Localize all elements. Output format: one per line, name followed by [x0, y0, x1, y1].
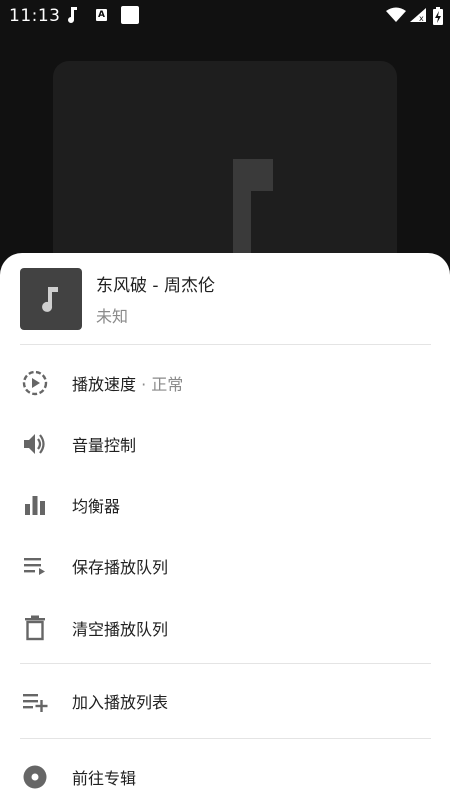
- status-time: 11:13: [9, 6, 61, 26]
- song-cover: [20, 268, 82, 330]
- menu-item-save-queue[interactable]: 保存播放队列: [0, 535, 450, 595]
- divider: [20, 344, 431, 345]
- menu-label: 播放速度 · 正常: [72, 375, 184, 394]
- square-icon: [121, 6, 139, 24]
- status-bar: 11:13 A x: [0, 0, 450, 32]
- music-note-icon: [66, 6, 78, 29]
- song-title: 东风破 - 周杰伦: [96, 276, 215, 296]
- trash-icon: [22, 615, 48, 641]
- speed-value: 正常: [151, 375, 184, 394]
- menu-item-equalizer[interactable]: 均衡器: [0, 474, 450, 534]
- now-playing-header: 东风破 - 周杰伦 未知: [0, 253, 450, 345]
- menu-item-playback-speed[interactable]: 播放速度 · 正常: [0, 352, 450, 412]
- menu-label: 加入播放列表: [72, 693, 169, 712]
- divider: [20, 738, 431, 739]
- svg-text:x: x: [419, 14, 424, 23]
- save-queue-icon: [22, 553, 48, 579]
- a-badge-icon: A: [96, 9, 107, 21]
- equalizer-icon: [22, 492, 48, 518]
- signal-icon: x: [409, 7, 427, 28]
- menu-label: 均衡器: [72, 497, 121, 516]
- menu-item-go-to-album[interactable]: 前往专辑: [0, 746, 450, 800]
- menu-item-volume[interactable]: 音量控制: [0, 413, 450, 473]
- menu-item-clear-queue[interactable]: 清空播放队列: [0, 597, 450, 657]
- options-bottom-sheet: 东风破 - 周杰伦 未知 播放速度 · 正常 音量控制 均衡器 保存播放队列 清…: [0, 253, 450, 800]
- menu-label: 保存播放队列: [72, 558, 169, 577]
- battery-charging-icon: [433, 7, 443, 30]
- volume-icon: [22, 431, 48, 457]
- menu-label: 前往专辑: [72, 769, 137, 788]
- song-artist: 未知: [96, 307, 129, 326]
- playlist-add-icon: [22, 688, 48, 714]
- menu-label: 清空播放队列: [72, 620, 169, 639]
- menu-item-add-to-playlist[interactable]: 加入播放列表: [0, 670, 450, 730]
- menu-label: 音量控制: [72, 436, 137, 455]
- divider: [20, 663, 431, 664]
- playback-speed-icon: [22, 370, 48, 396]
- wifi-icon: [386, 7, 406, 28]
- music-note-icon: [42, 287, 58, 312]
- album-icon: [22, 764, 48, 790]
